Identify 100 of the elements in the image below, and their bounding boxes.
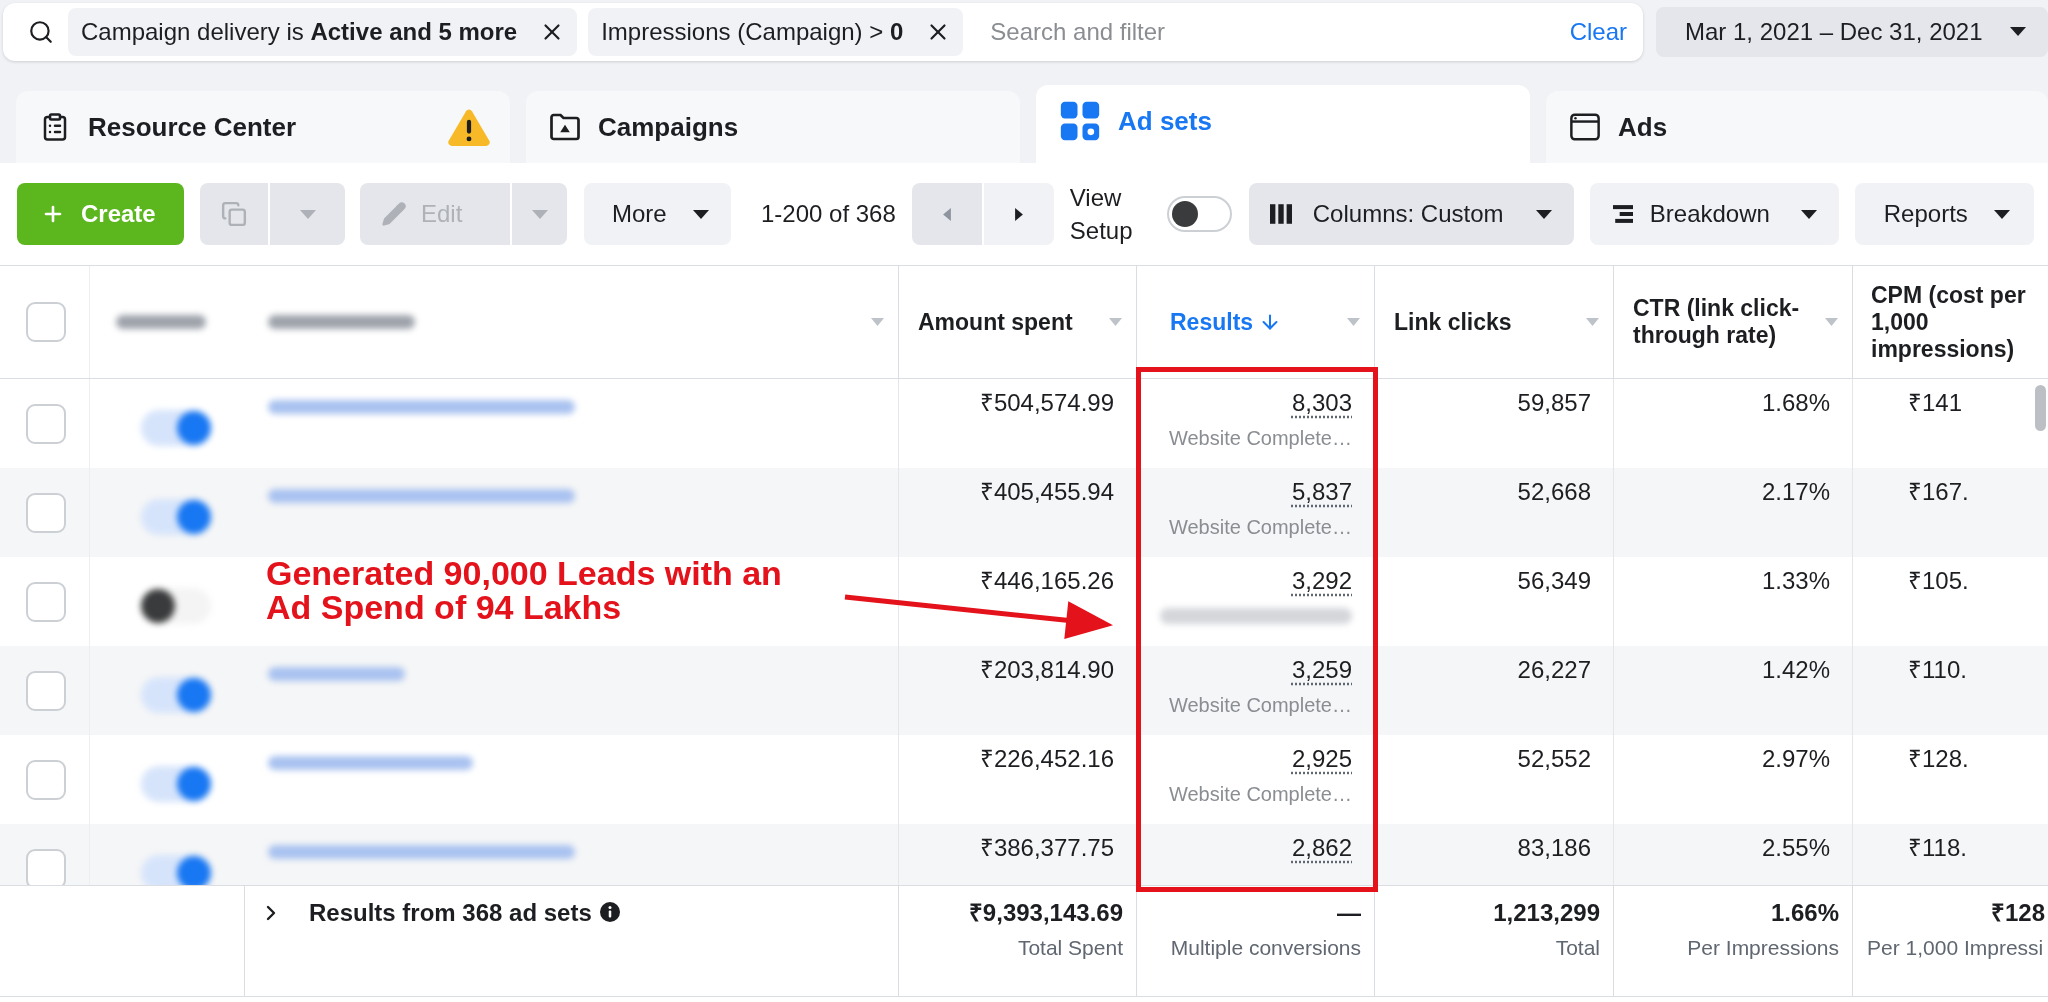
result-count: 3,259 [1291,657,1352,683]
table-cell: 59,857 [1517,389,1591,416]
search-icon [28,18,54,45]
result-type: Website Complete… [1168,693,1352,718]
total-caption: Total [1555,935,1600,961]
caret-icon [1993,209,2010,219]
browser-window-icon [1570,112,1600,142]
checkbox[interactable] [26,670,66,711]
caret-left-icon [942,207,951,221]
dropdown-button[interactable] [270,183,345,245]
tab[interactable]: Ads [1546,91,2048,163]
columns-dropdown[interactable]: Columns: Custom [1248,183,1574,245]
table-cell: 52,668 [1517,478,1591,505]
table-cell: 26,227 [1517,656,1591,683]
result-type: Website Complete… [1168,515,1352,540]
info-icon[interactable] [599,902,620,922]
total-value: — [1337,899,1361,927]
result-type: Website Complete… [1168,782,1352,807]
scrollbar-thumb[interactable] [2035,385,2046,431]
date-range-dropdown[interactable]: Mar 1, 2021 – Dec 31, 2021 [1656,6,2048,57]
checkbox[interactable] [26,848,66,885]
column-header[interactable]: Results [1170,308,1282,336]
total-caption: Per 1,000 Impressi [1867,935,2044,961]
result-type: Website Complete… [1168,426,1352,451]
tab[interactable]: Ad sets [1036,85,1530,163]
copy-icon [221,201,247,227]
annotation-text: Generated 90,000 Leads with an Ad Spend of 94 Lakhs [266,556,783,624]
total-value: ₹128 [1991,899,2046,927]
checkbox[interactable] [26,403,66,444]
clear-button[interactable]: Clear [1569,13,1627,50]
caret-icon [299,209,316,219]
table-cell: 2.17% [1761,478,1830,505]
summary-label: Results from 368 ad sets [309,899,592,927]
table-cell: ₹110. [1908,656,1967,683]
table-cell: ₹504,574.99 [979,389,1114,416]
column-header[interactable]: Link clicks [1394,308,1512,336]
total-value: ₹9,393,143.69 [968,899,1123,927]
caret-icon[interactable] [1586,318,1599,326]
page-range: 1-200 of 368 [761,199,896,229]
caret-icon[interactable] [1109,318,1122,326]
caret-icon[interactable] [1347,318,1360,326]
total-value: 1,213,299 [1493,899,1600,927]
total-caption: Multiple conversions [1170,935,1361,961]
table-cell: ₹141 [1908,389,1963,416]
result-count: 2,862 [1291,835,1352,861]
result-count: 3,292 [1291,568,1352,594]
column-header[interactable]: CTR (link click-through rate) [1633,295,1815,349]
status-toggle[interactable] [141,854,211,885]
reports-dropdown[interactable]: Reports [1854,183,2034,245]
breakdown-dropdown[interactable]: Breakdown [1589,183,1839,245]
tab[interactable]: Resource Center [16,91,510,163]
view-setup-switch[interactable] [1166,196,1232,232]
search-field[interactable]: Campaign delivery is Active and 5 more Impressions (Campaign) > 0 Search and filter Clear [3,2,1643,61]
column-header[interactable]: Amount spent [918,308,1073,336]
result-count: 2,925 [1291,746,1352,772]
caret-icon [693,209,709,219]
filter-chip[interactable]: Impressions (Campaign) > 0 [588,7,964,56]
table-cell: ₹128. [1908,745,1969,772]
grid-icon [1060,101,1100,141]
checkbox[interactable] [26,581,66,622]
pencil-icon [381,201,407,227]
result-count: 5,837 [1291,479,1352,505]
table-cell: ₹105. [1908,567,1969,594]
status-toggle[interactable] [141,676,211,713]
table-cell: 1.33% [1761,567,1830,594]
status-toggle[interactable] [141,765,211,802]
table-cell: 1.42% [1761,656,1830,683]
status-toggle[interactable] [141,409,211,446]
columns-icon [1269,204,1292,224]
more-button[interactable]: More [584,183,731,245]
caret-icon[interactable] [871,318,884,326]
filter-chip[interactable]: Campaign delivery is Active and 5 more [68,7,578,56]
table-cell: 83,186 [1517,834,1591,861]
table-cell: ₹118. [1908,834,1967,861]
table-cell: 56,349 [1517,567,1591,594]
checkbox[interactable] [26,492,66,533]
table-cell: ₹226,452.16 [979,745,1114,772]
status-toggle[interactable] [141,498,211,535]
table-cell: 2.97% [1761,745,1830,772]
caret-icon [531,209,548,219]
checkbox[interactable] [26,759,66,800]
status-toggle[interactable] [141,587,211,624]
tab[interactable]: Campaigns [526,91,1020,163]
next-page-button[interactable] [983,183,1054,245]
total-caption: Total Spent [1017,935,1123,961]
bars-icon [1612,205,1633,223]
table-cell: 1.68% [1761,389,1830,416]
caret-icon[interactable] [1825,318,1838,326]
result-count: 8,303 [1291,390,1352,416]
table-cell: ₹167. [1908,478,1969,505]
dropdown-button[interactable] [512,183,567,245]
caret-right-icon [1014,207,1023,221]
total-caption: Per Impressions [1687,935,1839,961]
checkbox[interactable] [26,302,66,342]
column-header[interactable]: CPM (cost per 1,000 impressions) [1871,281,2034,363]
folder-icon [550,112,580,142]
total-value: 1.66% [1770,899,1839,927]
caret-icon [2010,27,2026,36]
table-cell: ₹446,165.26 [979,567,1114,594]
table-cell: ₹203,814.90 [979,656,1114,683]
